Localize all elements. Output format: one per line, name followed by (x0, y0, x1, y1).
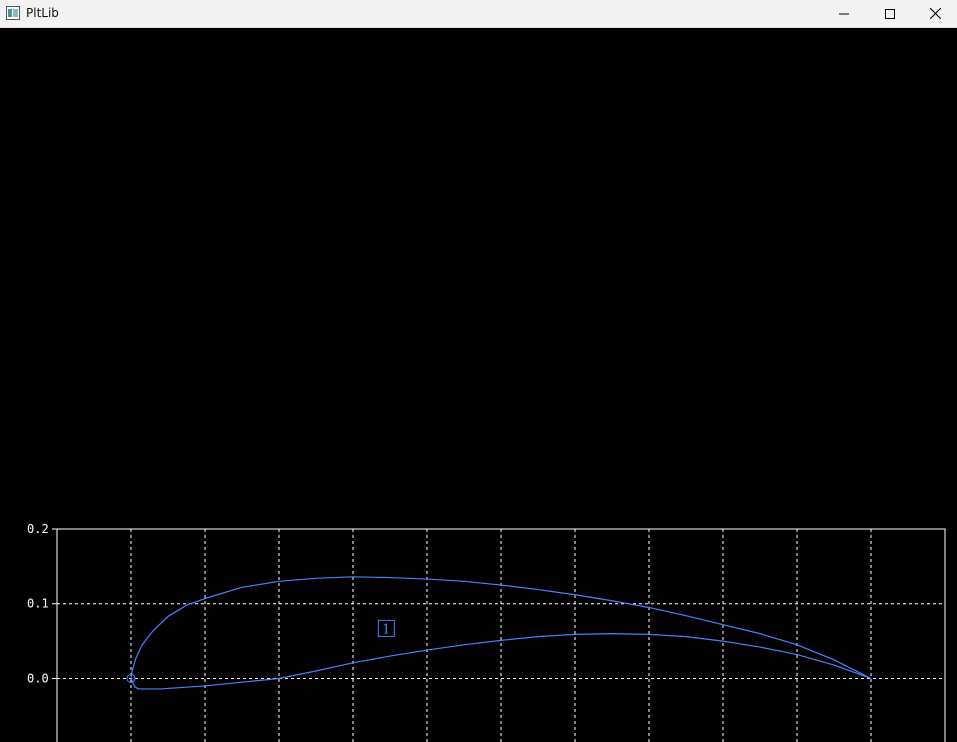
maximize-button[interactable] (867, 0, 913, 27)
y-tick-label: 0.1 (27, 597, 49, 611)
title-bar[interactable]: PltLib (0, 0, 957, 28)
window-title: PltLib (26, 6, 59, 20)
annotation-label: 1 (382, 622, 390, 637)
close-icon (929, 8, 941, 19)
minimize-icon (839, 13, 849, 14)
y-tick-label: 0.2 (27, 522, 49, 536)
airfoil-plot: 0.0 0.1 0.2 1 (27, 522, 946, 742)
maximize-icon (885, 8, 895, 19)
app-icon (6, 6, 20, 20)
close-button[interactable] (913, 0, 957, 27)
plot-canvas[interactable]: 0.0 0.1 0.2 1 (0, 28, 957, 742)
y-tick-label: 0.0 (27, 671, 49, 685)
minimize-button[interactable] (821, 0, 867, 27)
